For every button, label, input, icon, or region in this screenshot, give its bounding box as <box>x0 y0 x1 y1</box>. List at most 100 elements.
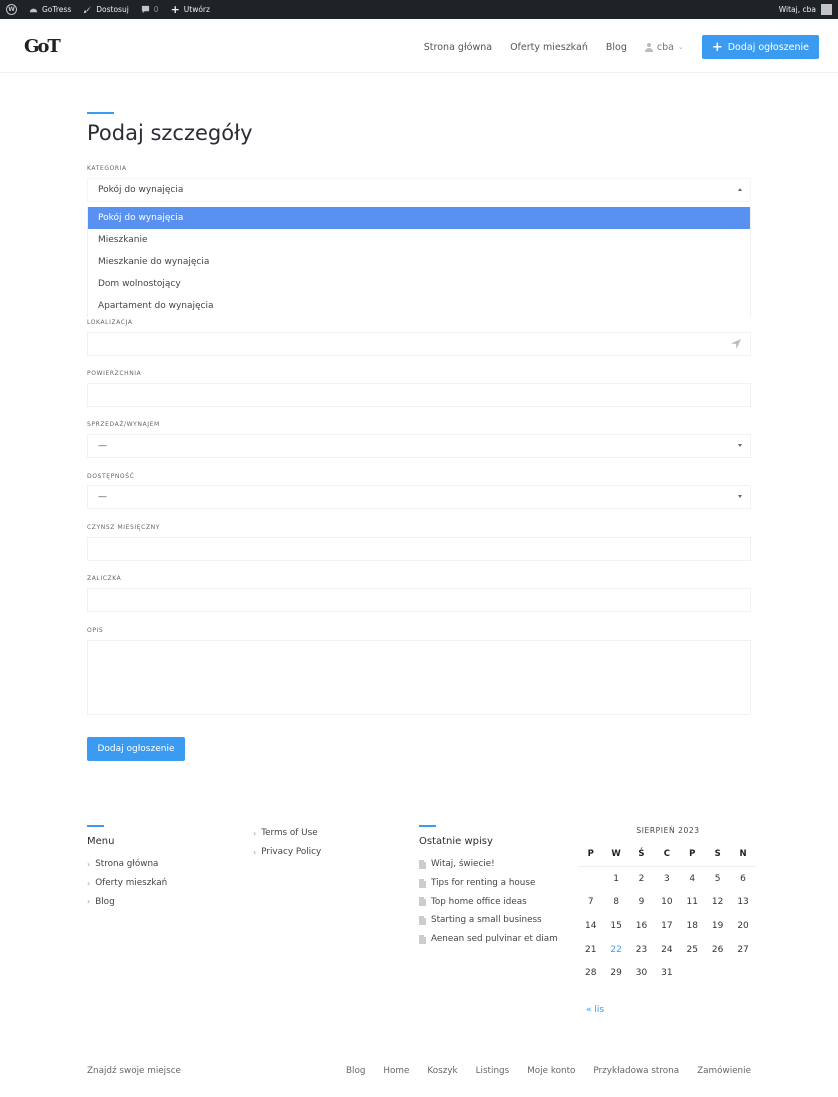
caret-up-icon <box>738 188 742 191</box>
recent-posts-title: Ostatnie wpisy <box>419 836 493 847</box>
deposit-label: ZALICZKA <box>87 575 122 582</box>
calendar-week: 21 22 23 24 25 26 27 <box>578 938 756 962</box>
calendar-day: 11 <box>686 897 698 908</box>
footer-bottom-nav: Blog Home Koszyk Listings Moje konto Prz… <box>346 1066 751 1076</box>
calendar-day: 4 <box>689 873 696 884</box>
footer-menu: › Strona główna › Oferty mieszkań › Blog <box>87 855 167 911</box>
menu-accent <box>87 825 104 827</box>
calendar-day: 18 <box>686 920 698 931</box>
calendar-day-today: 22 <box>610 944 622 955</box>
calendar-week: 28 29 30 31 <box>578 961 756 985</box>
category-option[interactable]: Mieszkanie do wynajęcia <box>88 251 750 273</box>
category-option[interactable]: Apartament do wynajęcia <box>88 295 750 317</box>
sale-rent-value: — <box>98 441 107 451</box>
avatar <box>821 4 832 15</box>
sale-rent-select[interactable]: — <box>87 434 751 458</box>
calendar-day: 19 <box>711 920 724 931</box>
footer-bottom-link[interactable]: Listings <box>476 1066 510 1076</box>
nav-home[interactable]: Strona główna <box>424 42 492 53</box>
category-option[interactable]: Pokój do wynajęcia <box>88 207 750 229</box>
menu-title: Menu <box>87 836 115 847</box>
submit-button[interactable]: Dodaj ogłoszenie <box>87 737 185 761</box>
calendar-day: 20 <box>737 920 749 931</box>
footer-bottom-link[interactable]: Home <box>383 1066 409 1076</box>
document-icon <box>419 878 426 888</box>
wordpress-menu[interactable]: W <box>0 0 23 19</box>
sale-rent-label: SPRZEDAŻ/WYNAJEM <box>87 421 160 428</box>
footer-link-label: Privacy Policy <box>261 847 322 858</box>
new-content-link[interactable]: + Utwórz <box>165 0 216 19</box>
recent-post[interactable]: Aenean sed pulvinar et diam <box>419 930 558 949</box>
add-listing-button[interactable]: + Dodaj ogłoszenie <box>701 35 819 59</box>
category-select[interactable]: Pokój do wynajęcia <box>87 178 751 202</box>
calendar-day: 8 <box>613 897 619 908</box>
footer-tagline: Znajdź swoje miejsce <box>87 1066 181 1076</box>
calendar: P W Ś C P S N 1 2 3 4 5 6 7 8 9 10 11 12… <box>578 843 756 985</box>
chevron-right-icon: › <box>87 897 91 907</box>
recent-post[interactable]: Witaj, świecie! <box>419 855 558 874</box>
recent-post-title: Top home office ideas <box>431 896 527 907</box>
calendar-day: 31 <box>661 968 673 979</box>
customize-link[interactable]: Dostosuj <box>77 0 135 19</box>
location-input[interactable] <box>87 332 751 356</box>
calendar-weekday: P <box>689 849 696 860</box>
dashboard-icon <box>29 8 38 13</box>
footer-link[interactable]: › Terms of Use <box>253 824 321 843</box>
availability-value: — <box>98 492 107 502</box>
rent-input[interactable] <box>87 537 751 561</box>
availability-select[interactable]: — <box>87 485 751 509</box>
posts-accent <box>419 825 436 827</box>
site-logo[interactable]: GoT <box>24 36 61 57</box>
recent-post[interactable]: Top home office ideas <box>419 892 558 911</box>
caret-down-icon <box>738 444 742 447</box>
customize-label: Dostosuj <box>96 5 129 14</box>
footer-bottom-link[interactable]: Zamówienie <box>697 1066 751 1076</box>
recent-post-title: Starting a small business <box>431 915 542 926</box>
calendar-day: 10 <box>661 897 673 908</box>
category-dropdown: Pokój do wynajęcia Mieszkanie Mieszkanie… <box>87 207 751 317</box>
site-name-link[interactable]: GoTress <box>23 0 77 19</box>
calendar-day: 6 <box>740 873 746 884</box>
footer-menu-label: Blog <box>95 896 115 907</box>
calendar-day: 14 <box>584 920 597 931</box>
caret-down-icon <box>738 495 742 498</box>
calendar-prev-month-link[interactable]: « lis <box>586 1005 604 1015</box>
chevron-right-icon: › <box>87 859 91 869</box>
calendar-weekday: W <box>611 849 621 860</box>
category-option[interactable]: Mieszkanie <box>88 229 750 251</box>
description-textarea[interactable] <box>87 640 751 715</box>
calendar-day: 5 <box>714 873 721 884</box>
calendar-day: 3 <box>664 873 670 884</box>
calendar-day: 24 <box>661 944 673 955</box>
deposit-input[interactable] <box>87 588 751 612</box>
greeting: Witaj, cba <box>778 5 816 14</box>
area-input[interactable] <box>87 383 751 407</box>
my-account[interactable]: Witaj, cba <box>779 0 832 19</box>
footer-bottom-link[interactable]: Przykładowa strona <box>593 1066 679 1076</box>
calendar-day: 23 <box>635 944 648 955</box>
wordpress-logo-icon: W <box>6 4 17 15</box>
footer-menu-item[interactable]: › Blog <box>87 892 167 911</box>
recent-post[interactable]: Starting a small business <box>419 911 558 930</box>
user-menu[interactable]: cba ⌄ <box>644 42 684 53</box>
calendar-day: 13 <box>737 897 749 908</box>
footer-bottom-link[interactable]: Koszyk <box>427 1066 457 1076</box>
comments-link[interactable]: 0 <box>135 0 165 19</box>
recent-post[interactable]: Tips for renting a house <box>419 874 558 893</box>
nav-blog[interactable]: Blog <box>606 42 627 53</box>
location-arrow-icon[interactable] <box>730 338 742 350</box>
calendar-week: 7 8 9 10 11 12 13 <box>578 890 756 914</box>
calendar-day: 16 <box>635 920 648 931</box>
calendar-week: 1 2 3 4 5 6 <box>578 867 756 891</box>
footer-bottom-link[interactable]: Blog <box>346 1066 365 1076</box>
category-option[interactable]: Dom wolnostojący <box>88 273 750 295</box>
calendar-day: 2 <box>638 873 645 884</box>
footer-bottom-link[interactable]: Moje konto <box>527 1066 575 1076</box>
footer-link[interactable]: › Privacy Policy <box>253 843 321 862</box>
footer-menu-item[interactable]: › Oferty mieszkań <box>87 874 167 893</box>
nav-offers[interactable]: Oferty mieszkań <box>510 42 588 53</box>
calendar-day: 25 <box>686 944 698 955</box>
calendar-day: 26 <box>711 944 724 955</box>
footer-menu-item[interactable]: › Strona główna <box>87 855 167 874</box>
brush-icon <box>84 5 92 14</box>
